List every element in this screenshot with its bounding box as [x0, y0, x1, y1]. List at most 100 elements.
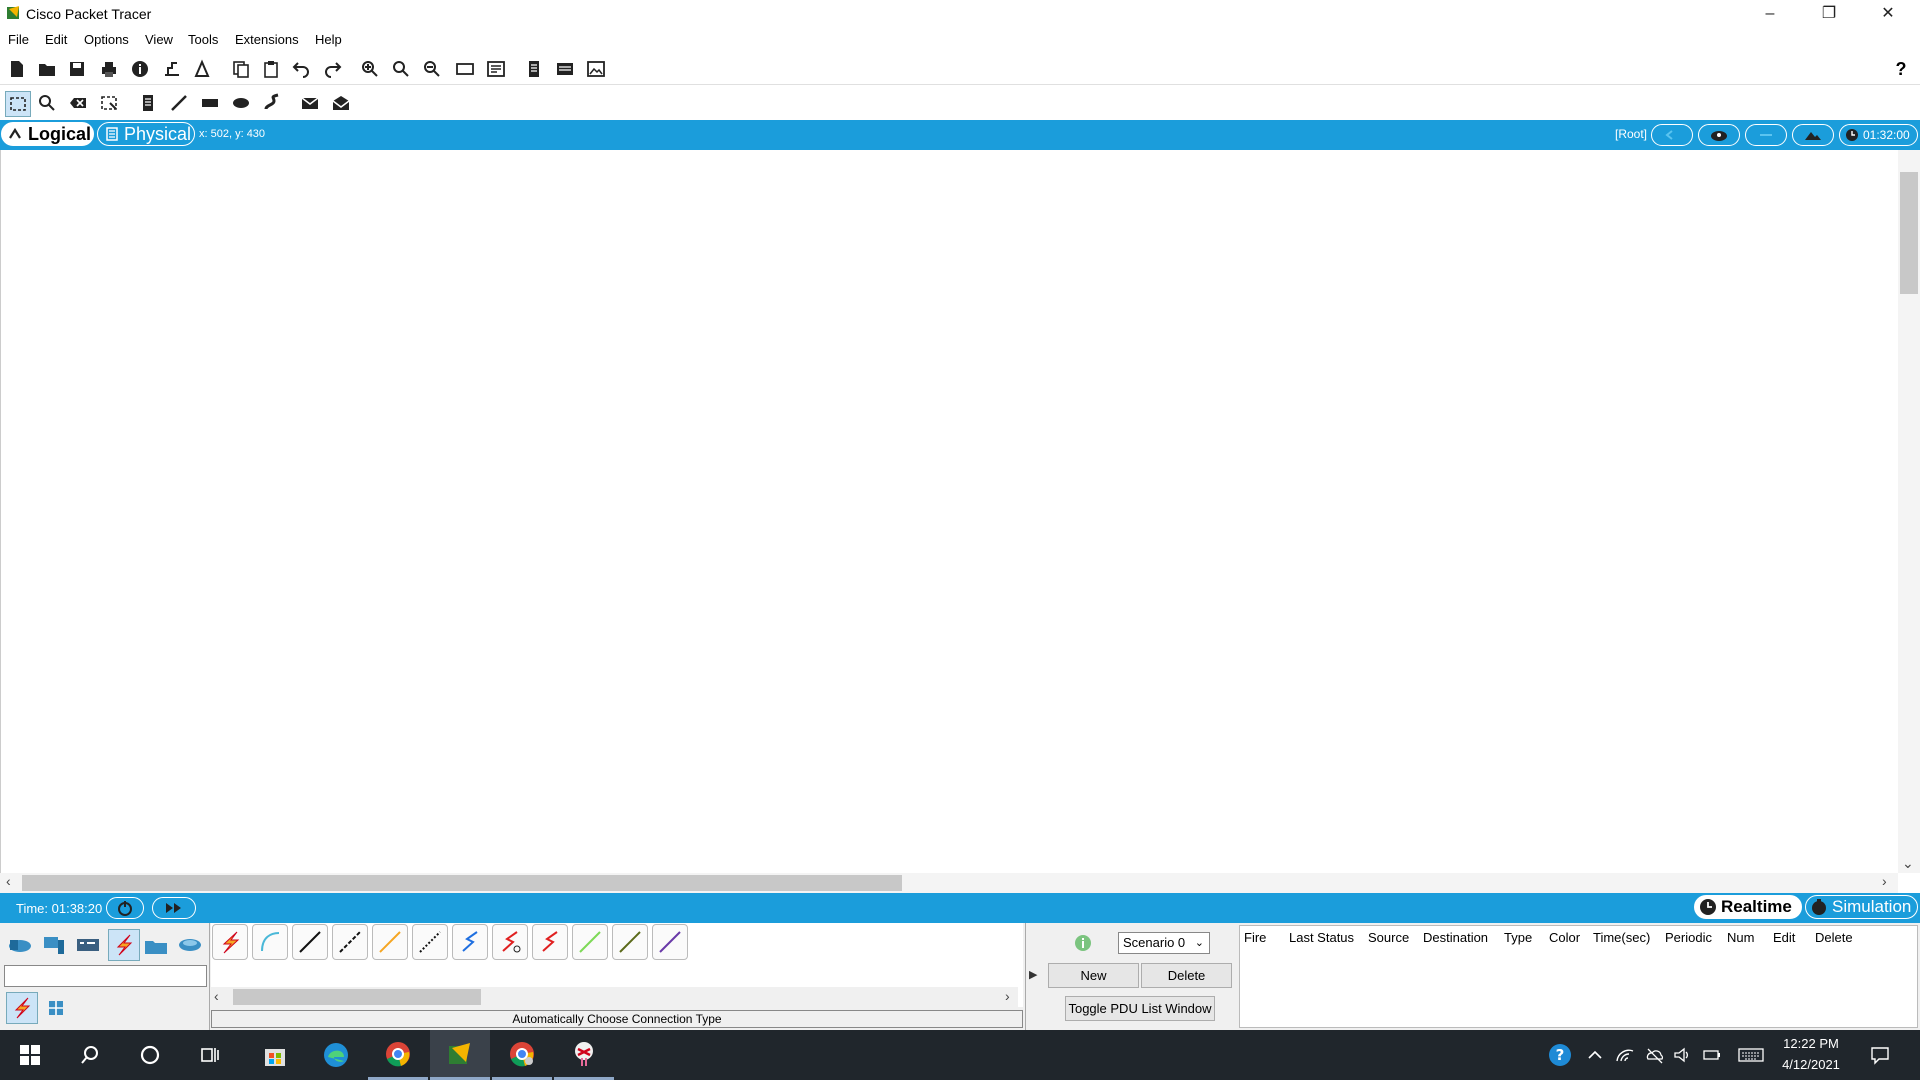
- open-folder-icon[interactable]: [35, 57, 59, 81]
- copper-cross-over-icon[interactable]: [332, 924, 368, 960]
- help-icon[interactable]: ?: [1889, 57, 1913, 81]
- restore-button[interactable]: ❐: [1800, 0, 1858, 28]
- task-view-icon[interactable]: [180, 1030, 240, 1080]
- undo-icon[interactable]: [290, 57, 314, 81]
- viewport-icon[interactable]: [553, 57, 577, 81]
- chrome-profile-icon[interactable]: [492, 1030, 552, 1080]
- cable-scroll-left-icon[interactable]: ‹: [214, 988, 219, 1004]
- connections-subtype-icon[interactable]: [6, 992, 38, 1024]
- zoom-out-icon[interactable]: [420, 57, 444, 81]
- edge-browser-icon[interactable]: [306, 1030, 366, 1080]
- resize-shape-icon[interactable]: [97, 91, 121, 115]
- coaxial-cable-icon[interactable]: [452, 924, 488, 960]
- save-icon[interactable]: [65, 57, 89, 81]
- console-cable-icon[interactable]: [252, 924, 288, 960]
- chevron-up-icon[interactable]: [1585, 1045, 1605, 1065]
- activity-wizard-icon[interactable]: [190, 57, 214, 81]
- end-devices-icon[interactable]: [40, 931, 68, 959]
- root-label[interactable]: [Root]: [1615, 127, 1647, 141]
- draw-rectangle-icon[interactable]: [198, 91, 222, 115]
- custom-devices-icon[interactable]: [484, 57, 508, 81]
- logical-tab[interactable]: Logical: [1, 122, 94, 146]
- add-complex-pdu-icon[interactable]: [329, 91, 353, 115]
- chrome-browser-icon[interactable]: [368, 1030, 428, 1080]
- serial-dte-icon[interactable]: [532, 924, 568, 960]
- copper-straight-through-icon[interactable]: [292, 924, 328, 960]
- search-icon[interactable]: [60, 1030, 120, 1080]
- cortana-icon[interactable]: [120, 1030, 180, 1080]
- pdu-column-header[interactable]: Delete: [1815, 930, 1853, 945]
- menu-file[interactable]: File: [8, 32, 29, 47]
- scroll-right-arrow-icon[interactable]: ›: [1882, 873, 1887, 889]
- onedrive-offline-icon[interactable]: [1645, 1045, 1665, 1065]
- taskbar-time[interactable]: 12:22 PM: [1776, 1036, 1846, 1051]
- move-object-icon[interactable]: [1745, 124, 1787, 146]
- iot-custom-cable-icon[interactable]: [612, 924, 648, 960]
- draw-line-icon[interactable]: [167, 91, 191, 115]
- scroll-down-arrow-icon[interactable]: ⌄: [1902, 855, 1914, 872]
- delete-tool-icon[interactable]: [66, 91, 90, 115]
- place-note-icon[interactable]: [136, 91, 160, 115]
- freeform-icon[interactable]: [260, 91, 284, 115]
- draw-ellipse-icon[interactable]: [229, 91, 253, 115]
- fast-forward-icon[interactable]: [152, 897, 196, 919]
- octal-cable-icon[interactable]: [572, 924, 608, 960]
- volume-icon[interactable]: [1672, 1045, 1692, 1065]
- realtime-mode-tab[interactable]: Realtime: [1694, 895, 1802, 919]
- minimize-button[interactable]: –: [1741, 0, 1799, 28]
- menu-view[interactable]: View: [145, 32, 173, 47]
- scroll-left-arrow-icon[interactable]: ‹: [6, 873, 11, 889]
- windows-start-icon[interactable]: [0, 1030, 60, 1080]
- screenshot-icon[interactable]: [584, 57, 608, 81]
- fiber-cable-icon[interactable]: [372, 924, 408, 960]
- paste-icon[interactable]: [259, 57, 283, 81]
- pdu-column-header[interactable]: Source: [1368, 930, 1409, 945]
- pdu-column-header[interactable]: Edit: [1773, 930, 1795, 945]
- menu-options[interactable]: Options: [84, 32, 129, 47]
- miscellaneous-icon[interactable]: [142, 931, 170, 959]
- network-devices-icon[interactable]: [6, 931, 34, 959]
- physical-tab[interactable]: Physical: [97, 122, 195, 146]
- redo-icon[interactable]: [320, 57, 344, 81]
- zoom-in-icon[interactable]: [358, 57, 382, 81]
- set-tiled-background-icon[interactable]: [1792, 124, 1834, 146]
- pdu-column-header[interactable]: Fire: [1244, 930, 1266, 945]
- expand-arrow-icon[interactable]: ▶: [1029, 968, 1037, 981]
- drawing-palette-icon[interactable]: [453, 57, 477, 81]
- packet-tracer-taskbar-icon[interactable]: [430, 1030, 490, 1080]
- horizontal-scroll-thumb[interactable]: [22, 875, 902, 891]
- vertical-scroll-thumb[interactable]: [1900, 172, 1918, 294]
- simulation-mode-tab[interactable]: Simulation: [1805, 895, 1918, 919]
- new-cluster-icon[interactable]: [1698, 124, 1740, 146]
- connections-icon[interactable]: [108, 929, 140, 961]
- cable-list-scroll-thumb[interactable]: [233, 989, 481, 1005]
- new-file-icon[interactable]: [5, 57, 29, 81]
- notification-center-icon[interactable]: [1870, 1045, 1890, 1065]
- components-icon[interactable]: [74, 931, 102, 959]
- serial-dce-icon[interactable]: [492, 924, 528, 960]
- scenario-info-icon[interactable]: [1074, 934, 1092, 955]
- new-scenario-button[interactable]: New: [1048, 963, 1139, 988]
- pdu-column-header[interactable]: Time(sec): [1593, 930, 1650, 945]
- device-search-field[interactable]: [4, 965, 207, 987]
- pdu-column-header[interactable]: Destination: [1423, 930, 1488, 945]
- pdu-column-header[interactable]: Num: [1727, 930, 1754, 945]
- back-icon[interactable]: [1651, 124, 1693, 146]
- print-icon[interactable]: [97, 57, 121, 81]
- select-tool-icon[interactable]: [5, 91, 31, 117]
- viewport-clock[interactable]: 01:32:00: [1839, 124, 1918, 146]
- help-tray-icon[interactable]: ?: [1548, 1043, 1572, 1067]
- inspect-icon[interactable]: [35, 91, 59, 115]
- grid-view-icon[interactable]: [42, 994, 70, 1022]
- pdu-column-header[interactable]: Color: [1549, 930, 1580, 945]
- network-info-icon[interactable]: [160, 57, 184, 81]
- cable-scroll-right-icon[interactable]: ›: [1005, 988, 1010, 1004]
- auto-connection-icon[interactable]: [212, 924, 248, 960]
- menu-tools[interactable]: Tools: [188, 32, 218, 47]
- menu-edit[interactable]: Edit: [45, 32, 67, 47]
- add-simple-pdu-icon[interactable]: [298, 91, 322, 115]
- delete-scenario-button[interactable]: Delete: [1141, 963, 1232, 988]
- microsoft-store-icon[interactable]: [245, 1030, 305, 1080]
- snip-sketch-icon[interactable]: [554, 1030, 614, 1080]
- pdu-column-header[interactable]: Last Status: [1289, 930, 1354, 945]
